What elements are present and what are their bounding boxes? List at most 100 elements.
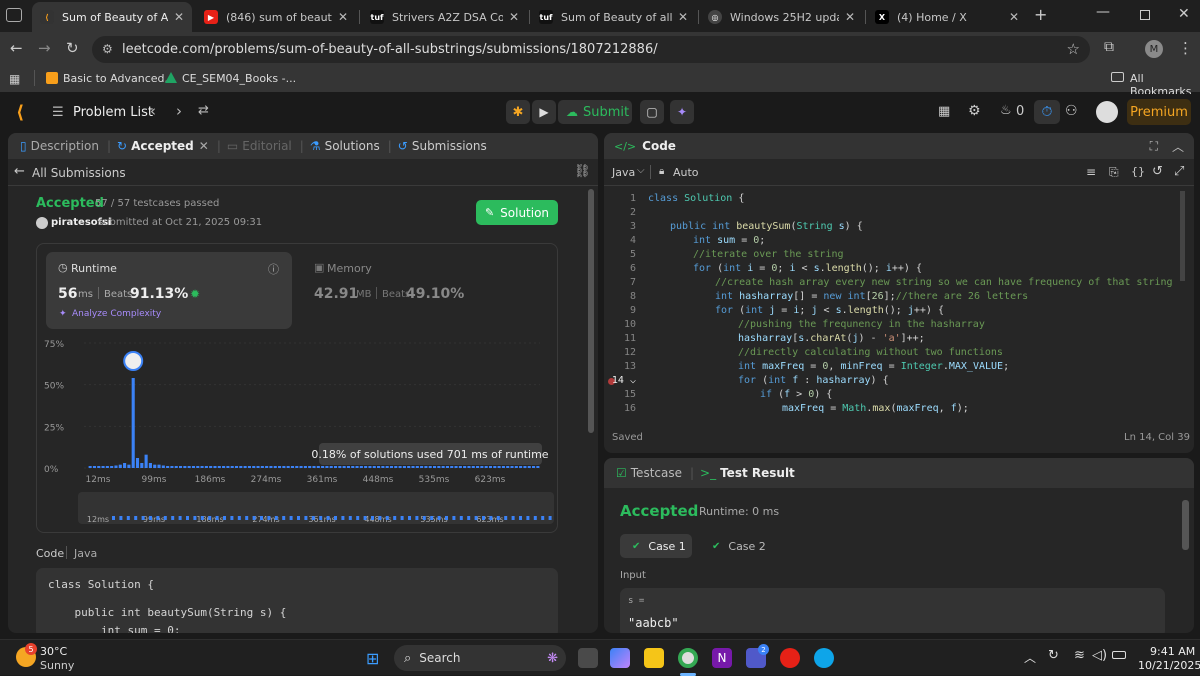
- wifi-icon[interactable]: ≋: [1074, 648, 1085, 663]
- tab-submissions[interactable]: Submissions: [412, 139, 487, 153]
- user-avatar[interactable]: [1096, 101, 1118, 123]
- edge-icon[interactable]: [814, 648, 834, 668]
- task-view-icon[interactable]: [578, 648, 598, 668]
- solution-button[interactable]: ✎ Solution: [476, 200, 558, 225]
- slider-mini-bar: [348, 516, 352, 520]
- copilot-bubble-icon: ❋: [547, 650, 558, 666]
- youtube-music-icon[interactable]: [780, 648, 800, 668]
- leetcode-logo[interactable]: ⟨: [16, 102, 24, 123]
- close-tab-icon[interactable]: ✕: [199, 139, 209, 153]
- layout-grid-icon[interactable]: ▦: [938, 104, 950, 119]
- debug-icon[interactable]: ✱: [506, 100, 530, 124]
- tab-leetcode-active[interactable]: ⟨ Sum of Beauty of All Substrings ✕: [32, 2, 192, 32]
- sync-icon[interactable]: ↻: [1048, 648, 1059, 663]
- copilot-icon[interactable]: [610, 648, 630, 668]
- clock-time[interactable]: 9:41 AM: [1150, 645, 1195, 658]
- close-tab-icon[interactable]: ✕: [174, 10, 184, 24]
- taskbar-search[interactable]: ⌕ Search ❋: [394, 645, 566, 671]
- editor-scrollbar[interactable]: [1180, 191, 1185, 281]
- maximize-icon[interactable]: [1140, 10, 1150, 20]
- fullscreen-icon[interactable]: ⛶: [1150, 139, 1158, 154]
- url-bar[interactable]: ⚙ leetcode.com/problems/sum-of-beauty-of…: [92, 36, 1090, 63]
- shuffle-icon[interactable]: ⇄: [198, 103, 209, 118]
- reset-icon[interactable]: ↺: [1152, 164, 1163, 179]
- format-icon[interactable]: ≡: [1086, 165, 1096, 179]
- tab-windows[interactable]: ◎ Windows 25H2 update adv ✕: [700, 2, 863, 32]
- premium-button[interactable]: Premium: [1127, 99, 1191, 125]
- chevron-up-icon[interactable]: ︿: [1024, 649, 1036, 666]
- chrome-icon[interactable]: [678, 648, 698, 668]
- forward-icon[interactable]: →: [38, 39, 51, 57]
- site-settings-icon[interactable]: ⚙: [102, 42, 113, 56]
- tab-youtube[interactable]: ▶ (846) sum of beauty of all substrings …: [196, 2, 356, 32]
- histogram-bar: [420, 466, 424, 468]
- tab-title: Sum of Beauty of All Substrings: [62, 10, 168, 24]
- menu-kebab-icon[interactable]: ⋮: [1178, 39, 1193, 57]
- runtime-distribution-chart[interactable]: 75% 50% 25% 0% 12ms 99ms 186ms 274ms 361ms 448ms 5…: [36, 333, 558, 533]
- all-submissions-link[interactable]: All Submissions: [32, 166, 126, 180]
- next-problem-icon[interactable]: ›: [176, 102, 182, 120]
- tab-x[interactable]: X (4) Home / X ✕: [867, 2, 1027, 32]
- battery-icon[interactable]: [1112, 651, 1126, 659]
- timer-icon[interactable]: ⏱: [1034, 100, 1060, 124]
- bookmark-2[interactable]: CE_SEM04_Books -...: [182, 72, 296, 85]
- case-1-tab[interactable]: ✔ Case 1: [620, 534, 692, 558]
- tab-strivers[interactable]: tuf Strivers A2Z DSA Course/Sheet ✕: [362, 2, 527, 32]
- submit-button[interactable]: ☁ Submit: [558, 100, 632, 124]
- tab-sum-beauty[interactable]: tuf Sum of Beauty of all substrings ✕: [531, 2, 696, 32]
- bookmark-icon[interactable]: ⎘: [1109, 165, 1119, 180]
- chevron-down-icon[interactable]: ⌵: [637, 165, 645, 176]
- share-link-icon[interactable]: ⛓: [574, 164, 591, 179]
- onenote-icon[interactable]: N: [712, 648, 732, 668]
- add-friend-icon[interactable]: ⚇: [1065, 103, 1078, 119]
- minimize-icon[interactable]: —: [1096, 4, 1110, 20]
- back-arrow-icon[interactable]: ←: [14, 164, 25, 179]
- close-tab-icon[interactable]: ✕: [1009, 10, 1019, 24]
- tab-editorial[interactable]: Editorial: [242, 139, 292, 153]
- clock-date[interactable]: 10/21/2025: [1138, 659, 1200, 672]
- expand-icon[interactable]: ⤢: [1174, 164, 1184, 179]
- reload-icon[interactable]: ↻: [66, 39, 79, 57]
- memory-card[interactable]: ▣ Memory 42.91 MB Beats 49.10%: [302, 252, 502, 329]
- new-tab-icon[interactable]: +: [1034, 5, 1047, 24]
- tab-description[interactable]: Description: [31, 139, 99, 153]
- file-explorer-icon[interactable]: [644, 648, 664, 668]
- problem-list-link[interactable]: Problem List: [73, 105, 153, 120]
- apps-grid-icon[interactable]: ▦: [9, 72, 20, 86]
- analyze-complexity-link[interactable]: Analyze Complexity: [72, 309, 161, 319]
- run-icon[interactable]: ▶: [532, 100, 556, 124]
- ai-sparkle-icon[interactable]: ✦: [670, 100, 694, 124]
- slider-mini-bar: [215, 516, 219, 520]
- collapse-icon[interactable]: ︿: [1172, 138, 1184, 155]
- settings-gear-icon[interactable]: ⚙: [968, 103, 981, 119]
- histogram-bar: [385, 466, 389, 468]
- scrollbar[interactable]: [588, 189, 594, 433]
- close-tab-icon[interactable]: ✕: [338, 10, 348, 24]
- close-tab-icon[interactable]: ✕: [845, 10, 855, 24]
- bookmark-1[interactable]: Basic to Advanced...: [63, 72, 175, 85]
- tab-accepted[interactable]: Accepted: [131, 139, 194, 153]
- windows-start-icon[interactable]: ⊞: [366, 649, 379, 668]
- tab-testcase[interactable]: Testcase: [631, 466, 682, 480]
- bookmark-star-icon[interactable]: ☆: [1067, 40, 1080, 58]
- case-2-tab[interactable]: ✔ Case 2: [700, 534, 772, 558]
- back-icon[interactable]: ←: [10, 39, 23, 57]
- info-icon[interactable]: ⓘ: [268, 261, 279, 277]
- close-window-icon[interactable]: ✕: [1178, 6, 1190, 22]
- bookmarks-bar: ▦ Basic to Advanced... CE_SEM04_Books -.…: [0, 66, 1200, 98]
- tab-test-result[interactable]: Test Result: [720, 466, 795, 480]
- notes-icon[interactable]: ▢: [640, 100, 664, 124]
- braces-icon[interactable]: {}: [1131, 165, 1145, 178]
- prev-problem-icon[interactable]: ‹: [150, 102, 156, 120]
- tab-search-icon[interactable]: [6, 8, 22, 22]
- mode-select[interactable]: Auto: [673, 166, 699, 179]
- profile-avatar[interactable]: M: [1145, 40, 1163, 58]
- close-tab-icon[interactable]: ✕: [509, 10, 519, 24]
- tab-solutions[interactable]: Solutions: [325, 139, 380, 153]
- runtime-card[interactable]: ◷ Runtime ⓘ 56 ms Beats 91.13% ✹ ✦ Analy…: [46, 252, 292, 329]
- volume-icon[interactable]: ◁): [1092, 648, 1107, 663]
- language-select[interactable]: Java: [612, 166, 635, 179]
- extensions-icon[interactable]: ⧉: [1104, 39, 1114, 55]
- close-tab-icon[interactable]: ✕: [678, 10, 688, 24]
- scrollbar[interactable]: [1182, 500, 1189, 550]
